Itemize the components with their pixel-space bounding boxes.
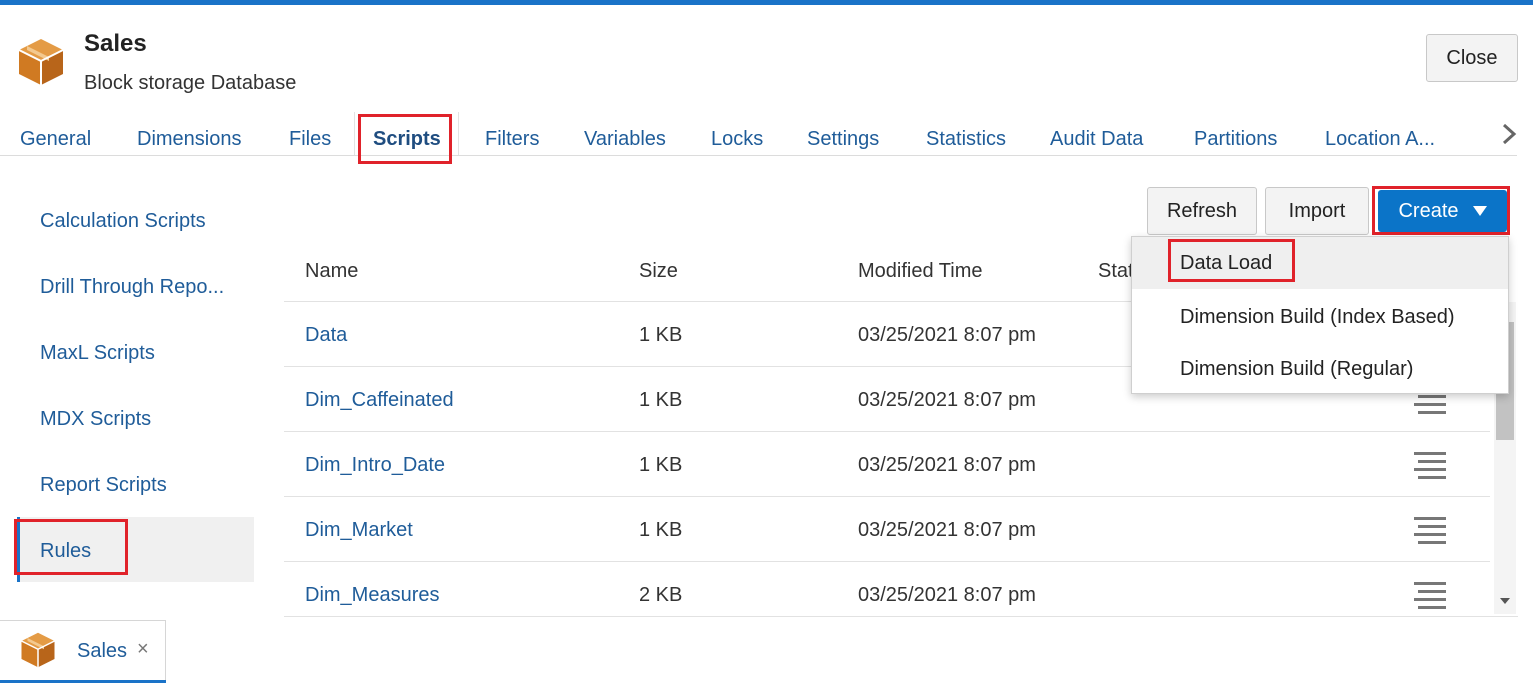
page-title: Sales: [84, 30, 147, 57]
tab-settings[interactable]: Settings: [807, 128, 879, 151]
tab-divider: [354, 112, 355, 156]
tab-divider: [458, 112, 459, 156]
row-modified-time: 03/25/2021 8:07 pm: [858, 454, 1036, 476]
row-actions-menu-icon[interactable]: [1414, 582, 1446, 610]
tab-files[interactable]: Files: [289, 128, 331, 151]
tab-statistics[interactable]: Statistics: [926, 128, 1006, 151]
tab-general[interactable]: General: [20, 128, 91, 151]
tab-dimensions[interactable]: Dimensions: [137, 128, 241, 151]
table-row[interactable]: Dim_Intro_Date 1 KB 03/25/2021 8:07 pm: [284, 431, 1490, 496]
sidebar-item-calculation-scripts[interactable]: Calculation Scripts: [40, 210, 206, 233]
cube-icon: [21, 632, 55, 668]
page-subtitle: Block storage Database: [84, 72, 297, 94]
row-size: 1 KB: [639, 454, 683, 476]
table-bottom-border: [284, 616, 1518, 617]
menu-item-dimension-build-regular[interactable]: Dimension Build (Regular): [1132, 343, 1508, 395]
caret-down-icon: [1472, 206, 1487, 216]
sidebar-item-mdx-scripts[interactable]: MDX Scripts: [40, 408, 151, 431]
create-dropdown-menu: Data Load Dimension Build (Index Based) …: [1131, 236, 1509, 394]
row-name-link[interactable]: Data: [305, 324, 347, 347]
menu-item-dimension-build-index-based[interactable]: Dimension Build (Index Based): [1132, 291, 1508, 343]
row-actions-menu-icon[interactable]: [1414, 517, 1446, 545]
column-header-name[interactable]: Name: [305, 260, 358, 283]
create-button[interactable]: Create: [1378, 190, 1507, 232]
row-name-link[interactable]: Dim_Market: [305, 519, 413, 542]
tab-partitions[interactable]: Partitions: [1194, 128, 1277, 151]
row-size: 1 KB: [639, 389, 683, 411]
cube-icon: [18, 39, 64, 85]
chevron-right-icon[interactable]: [1497, 120, 1521, 148]
sidebar-item-drill-through-reports[interactable]: Drill Through Repo...: [40, 276, 224, 299]
sidebar-item-rules[interactable]: Rules: [40, 540, 91, 563]
row-size: 2 KB: [639, 584, 683, 606]
tab-bar-underline: [0, 155, 1517, 156]
column-header-size[interactable]: Size: [639, 260, 678, 283]
row-name-link[interactable]: Dim_Intro_Date: [305, 454, 445, 477]
row-modified-time: 03/25/2021 8:07 pm: [858, 324, 1036, 346]
menu-item-data-load[interactable]: Data Load: [1132, 237, 1508, 289]
tab-location-aliases[interactable]: Location A...: [1325, 128, 1435, 151]
row-size: 1 KB: [639, 324, 683, 346]
create-button-label: Create: [1398, 199, 1459, 222]
column-header-modified-time[interactable]: Modified Time: [858, 260, 983, 283]
tab-filters[interactable]: Filters: [485, 128, 539, 151]
sidebar-item-report-scripts[interactable]: Report Scripts: [40, 474, 167, 497]
row-modified-time: 03/25/2021 8:07 pm: [858, 519, 1036, 541]
tab-audit-data[interactable]: Audit Data: [1050, 128, 1143, 151]
top-accent-bar: [0, 0, 1533, 5]
close-icon[interactable]: ×: [137, 638, 149, 661]
row-modified-time: 03/25/2021 8:07 pm: [858, 389, 1036, 411]
row-name-link[interactable]: Dim_Caffeinated: [305, 389, 454, 412]
tab-locks[interactable]: Locks: [711, 128, 763, 151]
row-name-link[interactable]: Dim_Measures: [305, 584, 439, 607]
close-button[interactable]: Close: [1426, 34, 1518, 82]
tab-bar: General Dimensions Files Scripts Filters…: [0, 118, 1490, 156]
sidebar-item-maxl-scripts[interactable]: MaxL Scripts: [40, 342, 155, 365]
tab-scripts[interactable]: Scripts: [373, 128, 441, 151]
tab-variables[interactable]: Variables: [584, 128, 666, 151]
row-actions-menu-icon[interactable]: [1414, 452, 1446, 480]
bottom-tab-label[interactable]: Sales: [77, 640, 127, 663]
column-header-status[interactable]: Stat: [1098, 260, 1134, 283]
row-modified-time: 03/25/2021 8:07 pm: [858, 584, 1036, 606]
refresh-button[interactable]: Refresh: [1147, 187, 1257, 235]
table-row[interactable]: Dim_Market 1 KB 03/25/2021 8:07 pm: [284, 496, 1490, 561]
import-button[interactable]: Import: [1265, 187, 1369, 235]
row-size: 1 KB: [639, 519, 683, 541]
scroll-down-arrow-icon[interactable]: [1500, 598, 1510, 604]
